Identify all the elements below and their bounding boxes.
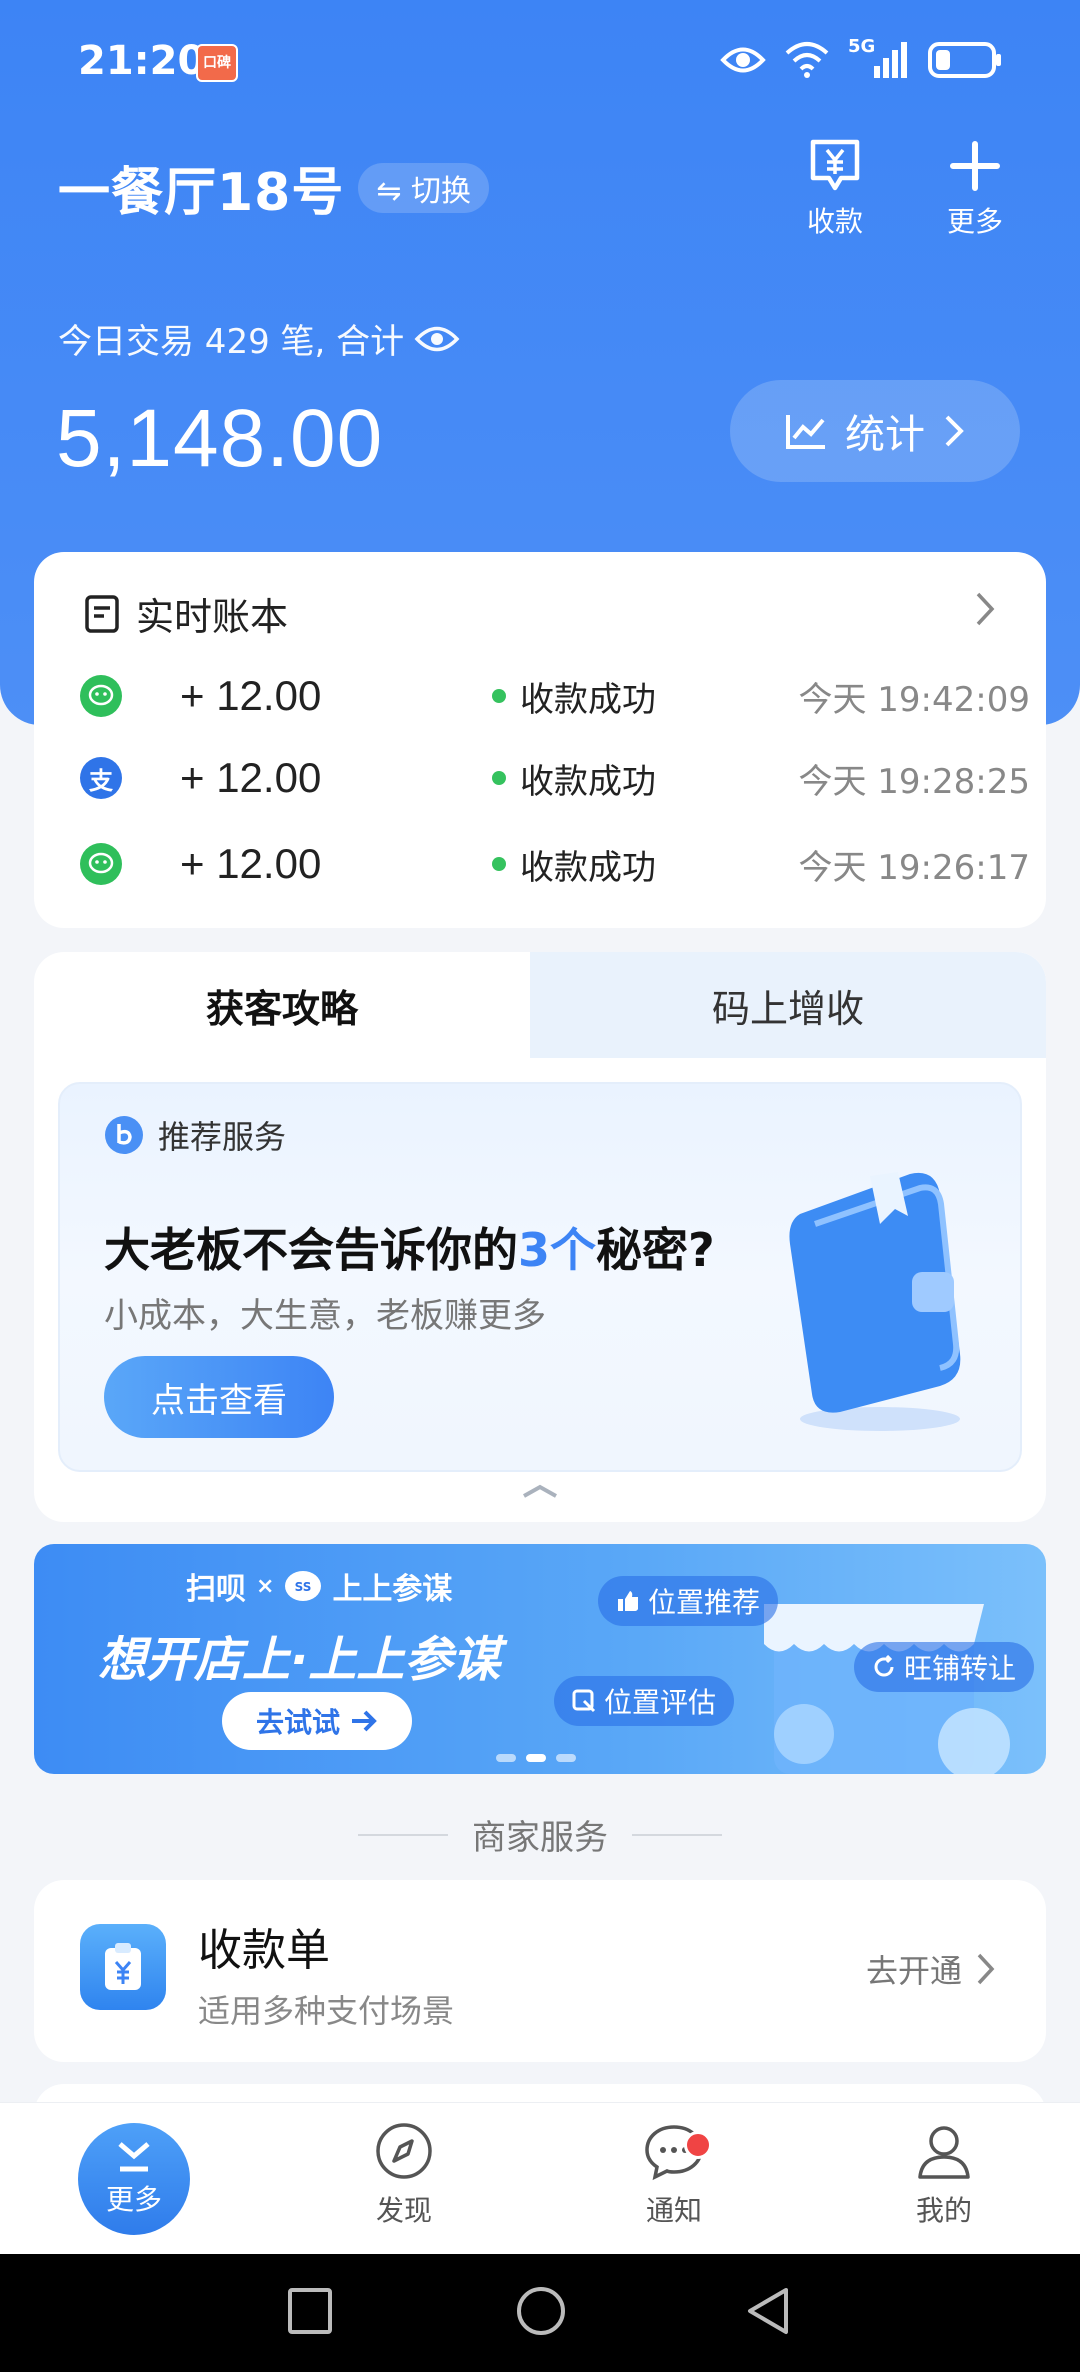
back-icon[interactable] <box>742 2284 792 2338</box>
svg-text:SS: SS <box>295 1580 312 1594</box>
status-bar: 21:20 口碑 5G <box>0 0 1080 120</box>
app-badge-icon: 口碑 <box>196 44 238 82</box>
tab-revenue[interactable]: 码上增收 <box>530 952 1046 1058</box>
evaluate-icon <box>572 1689 596 1713</box>
tab-notifications[interactable]: 通知 <box>594 2121 754 2229</box>
ledger-status: 收款成功 <box>492 672 656 721</box>
status-icons: 5G <box>720 36 1002 80</box>
divider <box>358 1833 448 1836</box>
ledger-status: 收款成功 <box>492 840 656 889</box>
wallet-illustration-icon <box>789 1172 961 1431</box>
notification-badge <box>684 2131 712 2159</box>
merchant-services-title: 商家服务 <box>0 1810 1080 1859</box>
ad-banner[interactable]: 扫呗 × SS 上上参谋 想开店上·上上参谋 去试试 位置推荐 旺铺转让 位置评… <box>34 1544 1046 1774</box>
receive-money-label: 收款 <box>806 205 863 238</box>
divider <box>632 1833 722 1836</box>
chevron-right-icon <box>945 415 964 447</box>
wechat-pay-icon <box>80 843 122 885</box>
brand-logo-icon: SS <box>285 1571 322 1601</box>
tab-profile[interactable]: 我的 <box>864 2121 1024 2229</box>
chevron-right-icon[interactable] <box>974 590 996 628</box>
ledger-icon <box>85 594 119 633</box>
ledger-row[interactable]: + 12.00 收款成功 今天 19:42:09 <box>80 666 1030 726</box>
store-name: 一餐厅18号 <box>58 163 345 223</box>
trade-summary: 今日交易 429 笔, 合计 <box>58 314 460 363</box>
ledger-row[interactable]: 支 + 12.00 收款成功 今天 19:28:25 <box>80 748 1030 808</box>
ledger-header: 实时账本 <box>84 586 288 641</box>
system-navigation-bar <box>0 2254 1080 2372</box>
chevron-right-icon <box>977 1953 995 1985</box>
tag-shop-transfer: 旺铺转让 <box>854 1642 1035 1692</box>
realtime-ledger-card[interactable]: 实时账本 + 12.00 收款成功 今天 19:42:09 支 + 12.00 … <box>34 552 1046 928</box>
arrow-right-icon <box>352 1710 377 1732</box>
collapse-icon[interactable] <box>520 1482 560 1500</box>
home-icon[interactable] <box>514 2284 568 2338</box>
success-dot <box>492 771 506 785</box>
carousel-dots <box>496 1754 576 1762</box>
status-time: 21:20 <box>78 38 206 84</box>
ledger-amount: + 12.00 <box>180 672 322 719</box>
wifi-icon <box>785 42 829 78</box>
ledger-time: 今天 19:42:09 <box>798 679 1030 720</box>
recent-apps-icon[interactable] <box>286 2284 334 2338</box>
service-receipt-card[interactable]: 收款单 适用多种支付场景 去开通 <box>34 1880 1046 2062</box>
today-amount: 5,148.00 <box>56 393 384 484</box>
refresh-icon <box>874 1655 894 1677</box>
tag-location-recommend: 位置推荐 <box>598 1576 779 1626</box>
activate-link[interactable]: 去开通 <box>866 1946 996 1992</box>
ledger-status: 收款成功 <box>492 754 656 803</box>
success-dot <box>492 689 506 703</box>
wechat-pay-icon <box>80 675 122 717</box>
chevron-down-icon <box>118 2142 150 2172</box>
statistics-button[interactable]: 统计 <box>730 380 1020 482</box>
ledger-amount: + 12.00 <box>180 754 322 801</box>
recommend-icon <box>105 1116 143 1154</box>
thumbs-up-icon <box>618 1591 638 1611</box>
user-icon <box>918 2126 970 2179</box>
ledger-time: 今天 19:28:25 <box>798 761 1030 802</box>
view-details-button[interactable]: 点击查看 <box>104 1356 334 1438</box>
statistics-label: 统计 <box>845 412 925 458</box>
plus-icon <box>950 141 1000 191</box>
tab-discover[interactable]: 发现 <box>324 2121 484 2229</box>
bottom-tab-bar: 更多 发现 通知 我的 <box>0 2102 1080 2254</box>
ledger-row[interactable]: + 12.00 收款成功 今天 19:26:17 <box>80 834 1030 894</box>
cell-signal-icon: 5G <box>848 36 910 80</box>
compass-icon <box>376 2123 432 2179</box>
receive-money-button[interactable]: 收款 <box>780 138 890 240</box>
promo-tabs: 码上增收 获客攻略 <box>34 952 1046 1058</box>
trade-text: 今日交易 429 笔, 合计 <box>58 322 405 362</box>
battery-icon <box>928 42 1001 78</box>
service-subtitle: 适用多种支付场景 <box>198 1992 455 2030</box>
line-chart-icon <box>786 415 825 449</box>
service-title: 收款单 <box>198 1925 330 1976</box>
recommend-label: 推荐服务 <box>158 1118 287 1156</box>
recommend-subtitle: 小成本，大生意，老板赚更多 <box>104 1296 546 1336</box>
ledger-title: 实时账本 <box>136 595 289 639</box>
alipay-icon: 支 <box>80 757 122 799</box>
banner-title: 想开店上·上上参谋 <box>98 1632 501 1688</box>
switch-store-button[interactable]: ⇋ 切换 <box>358 162 490 213</box>
more-label: 更多 <box>946 205 1003 238</box>
promo-card: 码上增收 获客攻略 推荐服务 大老板不会告诉你的3个秘密? 小成本，大生意，老板… <box>34 952 1046 1522</box>
tab-customer-acquisition[interactable]: 获客攻略 <box>34 952 530 1058</box>
eye-toggle-icon[interactable] <box>414 324 460 354</box>
recommend-title: 大老板不会告诉你的3个秘密? <box>104 1223 715 1277</box>
eye-icon <box>720 47 766 73</box>
recommend-header: 推荐服务 <box>104 1112 286 1158</box>
tag-location-evaluate: 位置评估 <box>554 1676 735 1726</box>
receive-money-icon <box>810 139 860 191</box>
banner-brand: 扫呗 × SS 上上参谋 <box>186 1571 453 1607</box>
store-selector: 一餐厅18号 ⇋ 切换 <box>58 150 490 225</box>
recommend-service-box[interactable]: 推荐服务 大老板不会告诉你的3个秘密? 小成本，大生意，老板赚更多 点击查看 <box>58 1082 1022 1472</box>
receipt-icon <box>80 1924 166 2010</box>
try-button[interactable]: 去试试 <box>222 1692 412 1750</box>
more-button[interactable]: 更多 <box>920 138 1030 240</box>
success-dot <box>492 857 506 871</box>
ledger-amount: + 12.00 <box>180 840 322 887</box>
ledger-time: 今天 19:26:17 <box>798 847 1030 888</box>
tab-more[interactable]: 更多 <box>78 2123 190 2235</box>
